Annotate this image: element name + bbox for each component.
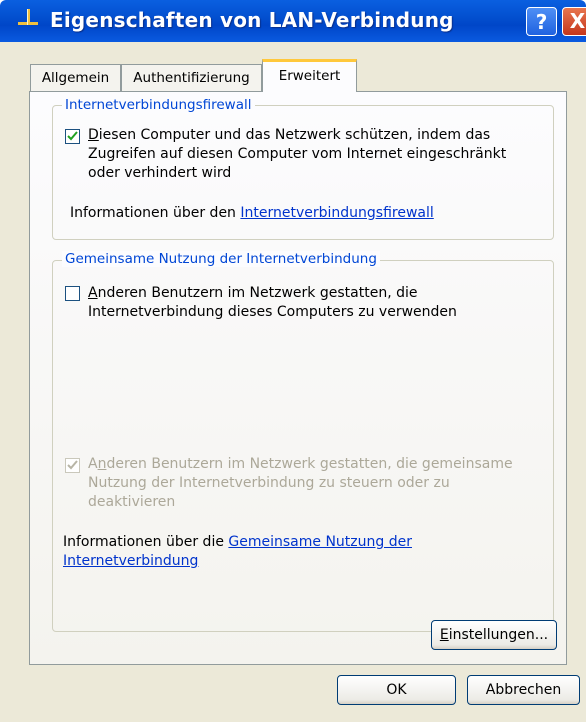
dialog-body: Allgemein Authentifizierung Erweitert In… xyxy=(0,42,586,722)
checkmark-icon xyxy=(67,460,78,470)
allow-connect-label[interactable]: Anderen Benutzern im Netzwerk gestatten,… xyxy=(88,284,457,322)
ok-button[interactable]: OK xyxy=(337,675,456,705)
sharing-info: Informationen über die Gemeinsame Nutzun… xyxy=(63,533,412,571)
window-title: Eigenschaften von LAN-Verbindung xyxy=(50,8,454,32)
allow-control-label[interactable]: Anderen Benutzern im Netzwerk gestatten,… xyxy=(88,455,513,512)
firewall-info-prefix: Informationen über den xyxy=(70,205,241,221)
firewall-checkbox[interactable] xyxy=(65,129,80,144)
label-line2: Zugreifen auf diesen Computer vom Intern… xyxy=(88,146,507,162)
firewall-checkbox-label[interactable]: Diesen Computer und das Netzwerk schütze… xyxy=(88,126,506,183)
button-label: instellungen... xyxy=(448,627,549,643)
firewall-group-title: Internetverbindungsfirewall xyxy=(62,97,255,113)
network-connection-icon xyxy=(16,8,40,32)
tab-panel-erweitert: Internetverbindungsfirewall Diesen Compu… xyxy=(29,91,567,665)
checkmark-icon xyxy=(67,131,78,141)
settings-button[interactable]: Einstellungen... xyxy=(431,620,557,650)
sharing-info-prefix: Informationen über die xyxy=(63,534,229,550)
sharing-info-link[interactable]: Gemeinsame Nutzung der xyxy=(228,534,412,550)
tab-erweitert[interactable]: Erweitert xyxy=(262,59,357,92)
label-line3: oder verhindert wird xyxy=(88,165,232,181)
firewall-info-link[interactable]: Internetverbindungsfirewall xyxy=(240,205,433,221)
firewall-info: Informationen über den Internetverbindun… xyxy=(70,204,434,223)
sharing-info-link-line2[interactable]: Internetverbindung xyxy=(63,553,198,569)
tab-label: Authentifizierung xyxy=(133,70,250,86)
label-line2: Nutzung der Internetverbindung zu steuer… xyxy=(88,475,450,491)
label-line3: deaktivieren xyxy=(88,494,176,510)
help-button[interactable]: ? xyxy=(526,7,557,36)
allow-control-checkbox[interactable] xyxy=(65,458,80,473)
tab-label: Erweitert xyxy=(278,68,341,84)
title-bar[interactable]: Eigenschaften von LAN-Verbindung ? X xyxy=(0,0,586,42)
close-button[interactable]: X xyxy=(562,7,586,36)
label-accelerator: D xyxy=(88,127,99,143)
label-line1: deren Benutzern im Netzwerk gestatten, d… xyxy=(106,456,513,472)
tab-authentifizierung[interactable]: Authentifizierung xyxy=(121,64,262,91)
label-accelerator: A xyxy=(88,285,98,301)
label-line1: nderen Benutzern im Netzwerk gestatten, … xyxy=(97,285,418,301)
label-line1: iesen Computer und das Netzwerk schützen… xyxy=(98,127,491,143)
allow-connect-checkbox[interactable] xyxy=(65,286,80,301)
tab-label: Allgemein xyxy=(41,70,110,86)
label-pre: A xyxy=(88,456,98,472)
label-line2: Internetverbindung dieses Computers zu v… xyxy=(88,304,457,320)
cancel-button[interactable]: Abbrechen xyxy=(467,675,580,705)
sharing-group-title: Gemeinsame Nutzung der Internetverbindun… xyxy=(62,251,380,267)
tab-allgemein[interactable]: Allgemein xyxy=(30,64,121,91)
button-accelerator: E xyxy=(439,627,449,643)
